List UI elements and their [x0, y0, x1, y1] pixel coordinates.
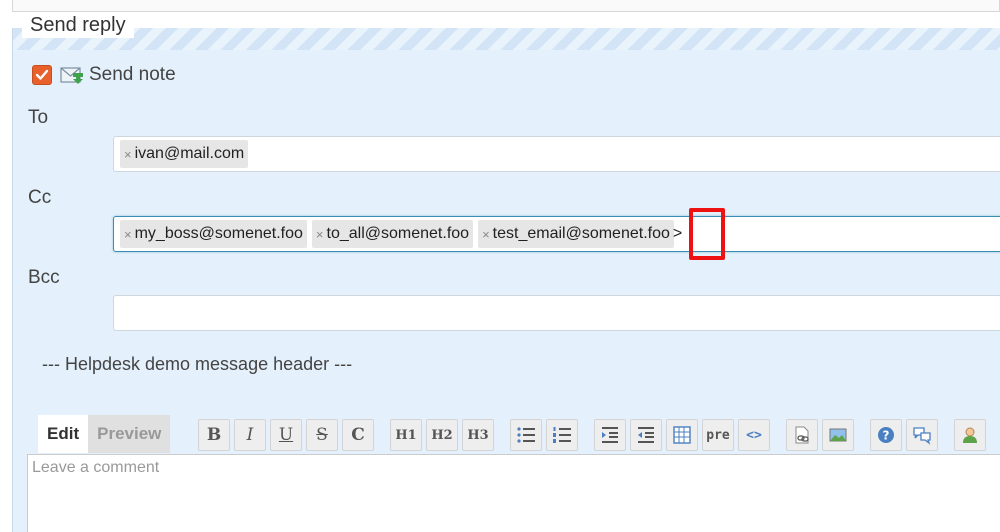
tag-label: ivan@mail.com	[134, 145, 245, 162]
italic-button[interactable]: I	[234, 419, 266, 451]
comments-button[interactable]	[906, 419, 938, 451]
link-icon	[795, 426, 809, 444]
tag-remove-icon[interactable]: ×	[124, 147, 132, 162]
section-title: Send reply	[22, 12, 134, 38]
table-button[interactable]	[666, 419, 698, 451]
speech-bubbles-icon	[913, 427, 931, 445]
numbered-list-icon	[553, 427, 571, 443]
cc-tag: × test_email@somenet.foo	[478, 220, 674, 248]
h1-button[interactable]: H1	[390, 419, 422, 451]
to-field[interactable]: × ivan@mail.com	[113, 136, 1000, 172]
send-note-row: Send note	[32, 62, 176, 88]
cc-label: Cc	[28, 187, 52, 208]
bcc-label: Bcc	[28, 267, 60, 288]
strikethrough-button[interactable]: S	[306, 419, 338, 451]
underline-button[interactable]: U	[270, 419, 302, 451]
bulleted-list-icon	[517, 427, 535, 443]
help-button[interactable]: ?	[870, 419, 902, 451]
image-button[interactable]	[822, 419, 854, 451]
bulleted-list-button[interactable]	[510, 419, 542, 451]
tab-preview[interactable]: Preview	[88, 415, 171, 453]
user-button[interactable]	[954, 419, 986, 451]
comment-textarea[interactable]: Leave a comment	[27, 454, 1000, 532]
indent-button[interactable]	[594, 419, 626, 451]
h3-button[interactable]: H3	[462, 419, 494, 451]
bold-button[interactable]: B	[198, 419, 230, 451]
to-label: To	[28, 107, 49, 128]
tag-remove-icon[interactable]: ×	[124, 227, 132, 242]
cc-tag: × my_boss@somenet.foo	[120, 220, 307, 248]
highlight-annotation	[689, 208, 725, 260]
top-strip	[12, 0, 1000, 12]
pre-button[interactable]: pre	[702, 419, 734, 451]
bcc-field[interactable]	[113, 295, 1000, 331]
code-button[interactable]: C	[342, 419, 374, 451]
cc-typed-text: >	[672, 225, 683, 242]
send-note-label: Send note	[89, 64, 176, 85]
cc-tag: × to_all@somenet.foo	[311, 220, 474, 248]
panel-stripes	[13, 28, 1000, 50]
link-button[interactable]	[786, 419, 818, 451]
message-header-text: --- Helpdesk demo message header ---	[42, 354, 353, 374]
tab-edit[interactable]: Edit	[38, 415, 89, 453]
send-note-checkbox[interactable]	[32, 65, 52, 85]
table-icon	[673, 426, 691, 444]
user-icon	[963, 427, 977, 443]
cc-field[interactable]: × my_boss@somenet.foo × to_all@somenet.f…	[113, 216, 1000, 252]
tag-label: test_email@somenet.foo	[492, 225, 670, 242]
indent-icon	[602, 427, 618, 443]
email-note-icon	[60, 67, 83, 84]
tag-remove-icon[interactable]: ×	[482, 227, 490, 242]
outdent-button[interactable]	[630, 419, 662, 451]
tag-label: my_boss@somenet.foo	[134, 225, 303, 242]
h2-button[interactable]: H2	[426, 419, 458, 451]
svg-text:?: ?	[883, 429, 890, 443]
editor-toolbar: B I U S C H1 H2 H3 pre <> ?	[198, 418, 990, 452]
numbered-list-button[interactable]	[546, 419, 578, 451]
image-icon	[829, 428, 847, 442]
to-tag: × ivan@mail.com	[120, 140, 249, 168]
inline-code-button[interactable]: <>	[738, 419, 770, 451]
tag-remove-icon[interactable]: ×	[316, 227, 324, 242]
outdent-icon	[638, 427, 654, 443]
checkmark-icon	[35, 69, 49, 80]
tag-label: to_all@somenet.foo	[326, 225, 470, 242]
editor-tabs: Edit Preview	[38, 415, 171, 453]
help-icon: ?	[878, 427, 894, 443]
